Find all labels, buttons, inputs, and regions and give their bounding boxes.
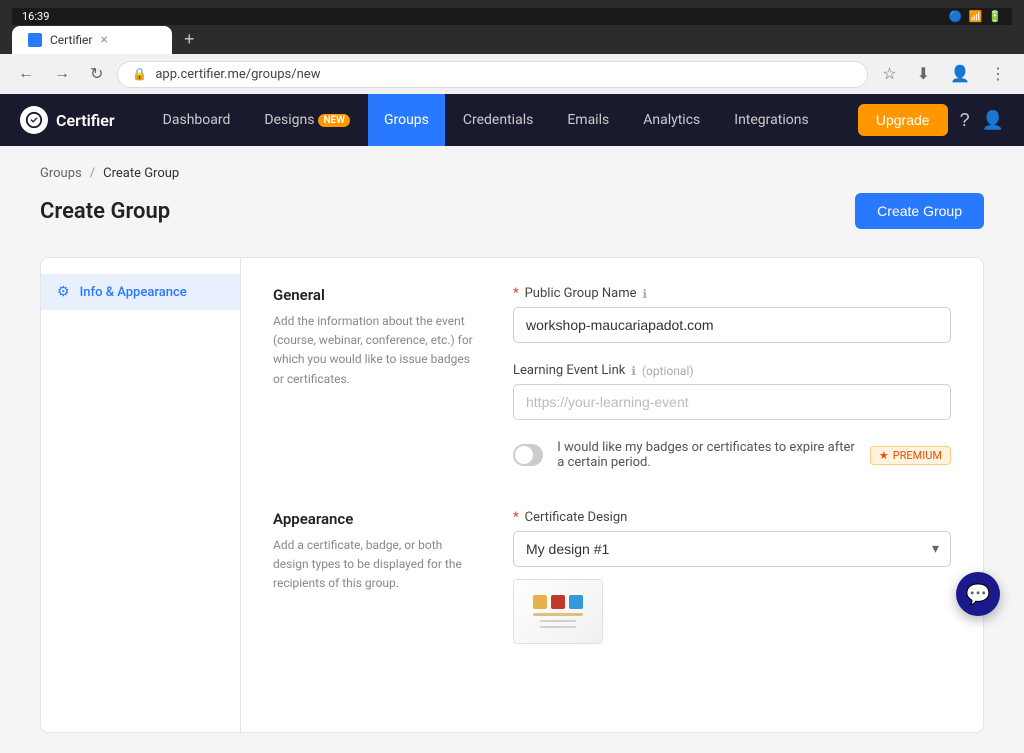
public-group-name-input[interactable] (513, 307, 951, 343)
design-select-wrapper: My design #1 ▾ (513, 531, 951, 567)
learning-event-link-label: Learning Event Link ℹ (optional) (513, 363, 951, 378)
nav-integrations[interactable]: Integrations (718, 94, 824, 146)
sidebar-item-info-appearance[interactable]: ⚙ Info & Appearance (41, 274, 240, 310)
time-display: 16:39 (22, 10, 49, 23)
download-button[interactable]: ⬇ (911, 60, 936, 88)
group-name-info-icon[interactable]: ℹ (643, 287, 648, 301)
new-tab-button[interactable]: + (176, 25, 203, 54)
page-header: Create Group Create Group (40, 193, 984, 229)
appearance-fields: * Certificate Design My design #1 ▾ (513, 510, 951, 664)
bt-icon: 🔵 (949, 10, 963, 23)
general-fields: * Public Group Name ℹ Learning Event Lin… (513, 286, 951, 470)
wifi-icon: 📶 (969, 10, 983, 23)
cert-sq-2 (551, 595, 565, 609)
learning-event-link-field: Learning Event Link ℹ (optional) (513, 363, 951, 420)
cert-sq-3 (569, 595, 583, 609)
general-section: General Add the information about the ev… (273, 286, 951, 470)
certificate-thumbnail (513, 579, 603, 644)
active-tab[interactable]: Certifier × (12, 26, 172, 54)
certificate-design-label: * Certificate Design (513, 510, 951, 525)
breadcrumb: Groups / Create Group (40, 166, 984, 181)
lock-icon: 🔒 (132, 67, 147, 81)
battery-icon: 🔋 (988, 10, 1002, 23)
menu-button[interactable]: ⋮ (984, 60, 1012, 88)
forward-button[interactable]: → (48, 61, 76, 87)
public-group-name-label: * Public Group Name ℹ (513, 286, 951, 301)
tab-close-button[interactable]: × (100, 32, 107, 48)
cert-line-2 (540, 620, 576, 622)
nav-right: Upgrade ? 👤 (858, 104, 1004, 136)
upgrade-button[interactable]: Upgrade (858, 104, 948, 136)
page-content: Groups / Create Group Create Group Creat… (0, 146, 1024, 753)
breadcrumb-groups-link[interactable]: Groups (40, 166, 82, 181)
cert-line-3 (540, 626, 576, 628)
nav-credentials[interactable]: Credentials (447, 94, 549, 146)
nav-designs[interactable]: Designs NEW (248, 94, 366, 146)
logo-icon (20, 106, 48, 134)
address-bar[interactable]: 🔒 app.certifier.me/groups/new (117, 61, 868, 88)
tab-title: Certifier (50, 33, 92, 47)
nav-items: Dashboard Designs NEW Groups Credentials… (147, 94, 858, 146)
learning-event-link-input[interactable] (513, 384, 951, 420)
form-panel: General Add the information about the ev… (241, 258, 983, 732)
app-navigation: Certifier Dashboard Designs NEW Groups C… (0, 94, 1024, 146)
star-icon: ★ (879, 449, 889, 462)
general-title: General (273, 286, 473, 304)
required-star: * (513, 286, 519, 301)
logo-text: Certifier (56, 111, 115, 130)
expiry-toggle-label: I would like my badges or certificates t… (557, 440, 856, 470)
toggle-slider (513, 444, 543, 466)
appearance-description: Appearance Add a certificate, badge, or … (273, 510, 473, 664)
certificate-design-field: * Certificate Design My design #1 ▾ (513, 510, 951, 644)
nav-groups[interactable]: Groups (368, 94, 445, 146)
help-button[interactable]: ? (960, 110, 970, 131)
form-container: ⚙ Info & Appearance General Add the info… (40, 257, 984, 733)
certificate-design-select[interactable]: My design #1 (513, 531, 951, 567)
chat-bubble[interactable]: 💬 (956, 572, 1000, 616)
expiry-toggle-row: I would like my badges or certificates t… (513, 440, 951, 470)
user-button[interactable]: 👤 (982, 110, 1004, 131)
nav-dashboard[interactable]: Dashboard (147, 94, 247, 146)
breadcrumb-current: Create Group (103, 166, 179, 181)
sidebar-item-label: Info & Appearance (80, 285, 187, 300)
public-group-name-field: * Public Group Name ℹ (513, 286, 951, 343)
create-group-button[interactable]: Create Group (855, 193, 984, 229)
optional-text: (optional) (642, 364, 694, 378)
expiry-toggle[interactable] (513, 444, 543, 466)
cert-sq-1 (533, 595, 547, 609)
appearance-title: Appearance (273, 510, 473, 528)
premium-text: PREMIUM (893, 449, 942, 462)
back-button[interactable]: ← (12, 61, 40, 87)
nav-analytics[interactable]: Analytics (627, 94, 716, 146)
cert-pattern (533, 595, 583, 609)
sidebar-panel: ⚙ Info & Appearance (41, 258, 241, 732)
premium-badge: ★ PREMIUM (870, 446, 951, 465)
bookmark-button[interactable]: ☆ (876, 60, 902, 88)
learning-link-info-icon[interactable]: ℹ (631, 364, 636, 378)
address-text: app.certifier.me/groups/new (155, 67, 320, 82)
general-description: General Add the information about the ev… (273, 286, 473, 470)
nav-emails[interactable]: Emails (551, 94, 625, 146)
appearance-section: Appearance Add a certificate, badge, or … (273, 510, 951, 664)
designs-badge: NEW (318, 114, 350, 127)
profile-button[interactable]: 👤 (944, 60, 976, 88)
reload-button[interactable]: ↻ (84, 60, 109, 88)
breadcrumb-separator: / (90, 166, 95, 181)
cert-preview (514, 580, 602, 643)
logo: Certifier (20, 106, 115, 134)
page-title: Create Group (40, 199, 170, 224)
gear-icon: ⚙ (57, 284, 70, 300)
chat-icon: 💬 (966, 582, 991, 606)
cert-line-1 (533, 613, 583, 616)
appearance-text: Add a certificate, badge, or both design… (273, 536, 473, 594)
cert-required-star: * (513, 510, 519, 525)
general-text: Add the information about the event (cou… (273, 312, 473, 389)
